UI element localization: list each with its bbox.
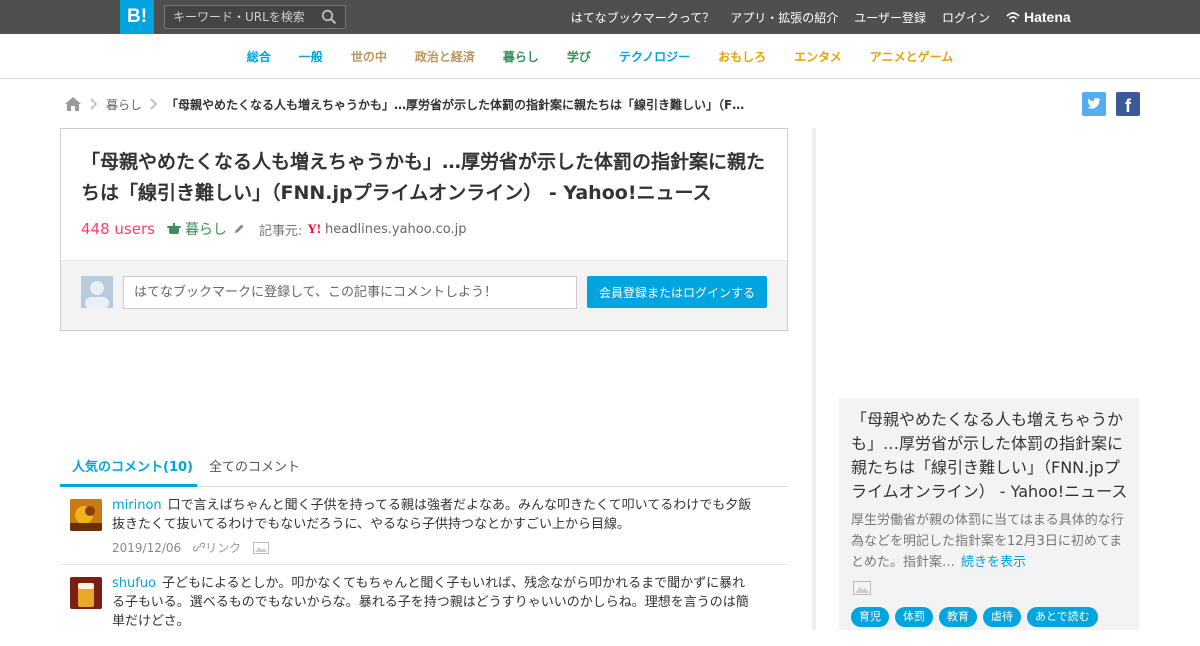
tag-list: 育児 体罰 教育 虐待 あとで読む — [851, 607, 1098, 627]
pencil-icon[interactable] — [233, 223, 245, 235]
user-avatar — [81, 276, 113, 308]
hatena-wifi-icon — [1006, 12, 1020, 23]
search-icon[interactable] — [321, 9, 337, 25]
tab-all-comments[interactable]: 全てのコメント — [209, 454, 300, 487]
category-tab-game[interactable]: アニメとゲーム — [856, 48, 967, 65]
comment-text: 子どもによるとしか。叩かなくてもちゃんと聞く子もいれば、残念ながら叩かれるまで聞… — [112, 576, 749, 629]
nav-register[interactable]: ユーザー登録 — [854, 9, 926, 26]
tag-chip[interactable]: あとで読む — [1027, 607, 1098, 627]
nav-login[interactable]: ログイン — [942, 9, 990, 26]
comment-username[interactable]: shufuo — [112, 576, 156, 591]
chevron-right-icon — [90, 98, 98, 110]
tag-chip[interactable]: 育児 — [851, 607, 889, 627]
tag-chip[interactable]: 体罰 — [895, 607, 933, 627]
hatena-brand[interactable]: Hatena — [1006, 8, 1071, 26]
related-entry-card: 「母親やめたくなる人も増えちゃうかも」…厚労省が示した体罰の指針案に親たちは「線… — [839, 398, 1139, 630]
category-tab-entertainment[interactable]: エンタメ — [780, 48, 856, 65]
tab-popular-comments[interactable]: 人気のコメント(10) — [60, 454, 197, 487]
top-bar: B! はてなブックマークって？ アプリ・拡張の紹介 ユーザー登録 ログイン Ha… — [0, 0, 1200, 34]
comment-link-label: リンク — [205, 541, 242, 555]
nav-about[interactable]: はてなブックマークって？ — [571, 9, 714, 26]
comment-footer: 2019/12/06 リンク — [112, 539, 270, 556]
image-icon[interactable] — [253, 541, 270, 554]
comment-username[interactable]: mirinon — [112, 498, 162, 513]
category-tab-overall[interactable]: 総合 — [233, 48, 285, 65]
comment-body: mirinon 口で言えばちゃんと聞く子供を持ってる親は強者だよなあ。みんな叩きた… — [112, 496, 752, 534]
category-tab-knowledge[interactable]: 学び — [553, 48, 605, 65]
breadcrumb-category[interactable]: 暮らし — [106, 96, 142, 113]
search-box — [164, 5, 346, 29]
comment-item: mirinon 口で言えばちゃんと聞く子供を持ってる親は強者だよなあ。みんな叩きた… — [60, 488, 788, 565]
related-entry-description: 厚生労働省が親の体罰に当てはまる具体的な行為などを明記した指針案を12月3日に初… — [851, 510, 1131, 573]
comment-input[interactable] — [123, 276, 577, 309]
category-tab-life[interactable]: 暮らし — [489, 48, 553, 65]
comment-date[interactable]: 2019/12/06 — [112, 541, 181, 555]
related-entry-title[interactable]: 「母親やめたくなる人も増えちゃうかも」…厚労省が示した体罰の指針案に親たちは「線… — [851, 408, 1131, 504]
comment-link[interactable]: リンク — [192, 539, 242, 556]
entry-category[interactable]: 暮らし — [185, 219, 227, 239]
hatena-bookmark-logo[interactable]: B! — [120, 0, 154, 34]
column-divider — [812, 128, 816, 630]
category-tab-general[interactable]: 一般 — [285, 48, 337, 65]
home-icon[interactable] — [64, 96, 82, 112]
comment-item: shufuo 子どもによるとしか。叩かなくてもちゃんと聞く子もいれば、残念ながら叩… — [60, 566, 788, 646]
chevron-right-icon — [150, 98, 158, 110]
link-icon — [192, 542, 206, 552]
avatar[interactable] — [70, 499, 102, 531]
nav-apps[interactable]: アプリ・拡張の紹介 — [730, 9, 838, 26]
bookmark-user-count[interactable]: 448 users — [81, 220, 155, 238]
search-input[interactable] — [173, 6, 313, 28]
register-login-button[interactable]: 会員登録またはログインする — [587, 276, 767, 308]
tag-chip[interactable]: 教育 — [939, 607, 977, 627]
facebook-icon: f — [1125, 96, 1131, 116]
comment-text: 口で言えばちゃんと聞く子供を持ってる親は強者だよなあ。みんな叩きたくて叩いてるわ… — [112, 498, 752, 532]
entry-title[interactable]: 「母親やめたくなる人も増えちゃうかも」…厚労省が示した体罰の指針案に親たちは「線… — [81, 147, 771, 209]
comment-form: 会員登録またはログインする — [61, 260, 787, 330]
breadcrumb-title: 「母親やめたくなる人も増えちゃうかも」…厚労省が示した体罰の指針案に親たちは「線… — [166, 97, 748, 112]
facebook-share-button[interactable]: f — [1116, 92, 1140, 116]
category-nav: 総合 一般 世の中 政治と経済 暮らし 学び テクノロジー おもしろ エンタメ … — [0, 34, 1200, 79]
category-tab-fun[interactable]: おもしろ — [704, 48, 780, 65]
avatar[interactable] — [70, 577, 102, 609]
entry-meta: 448 users 暮らし 記事元: Y! headlines.yahoo.co… — [81, 219, 466, 239]
image-icon[interactable] — [853, 581, 871, 595]
show-more-link[interactable]: 続きを表示 — [961, 555, 1026, 570]
avatar-image — [70, 499, 102, 531]
source-domain[interactable]: headlines.yahoo.co.jp — [325, 222, 466, 237]
comment-tabs: 人気のコメント(10) 全てのコメント — [60, 454, 788, 487]
hatena-brand-text: Hatena — [1024, 9, 1071, 25]
user-silhouette-icon — [85, 281, 109, 308]
twitter-icon — [1087, 98, 1101, 109]
tag-chip[interactable]: 虐待 — [983, 607, 1021, 627]
avatar-image — [70, 577, 102, 609]
source-label: 記事元: — [258, 223, 303, 239]
entry-card: 「母親やめたくなる人も増えちゃうかも」…厚労省が示した体罰の指針案に親たちは「線… — [60, 128, 788, 331]
breadcrumb: 暮らし 「母親やめたくなる人も増えちゃうかも」…厚労省が示した体罰の指針案に親た… — [64, 94, 748, 114]
category-tab-society[interactable]: 世の中 — [337, 48, 401, 65]
yahoo-icon: Y! — [307, 221, 322, 236]
category-tab-politics[interactable]: 政治と経済 — [401, 48, 489, 65]
pot-icon — [166, 223, 181, 234]
category-tab-it[interactable]: テクノロジー — [605, 48, 704, 65]
header-nav: はてなブックマークって？ アプリ・拡張の紹介 ユーザー登録 ログイン — [571, 0, 990, 34]
twitter-share-button[interactable] — [1082, 92, 1106, 116]
comment-body: shufuo 子どもによるとしか。叩かなくてもちゃんと聞く子もいれば、残念ながら叩… — [112, 574, 752, 631]
